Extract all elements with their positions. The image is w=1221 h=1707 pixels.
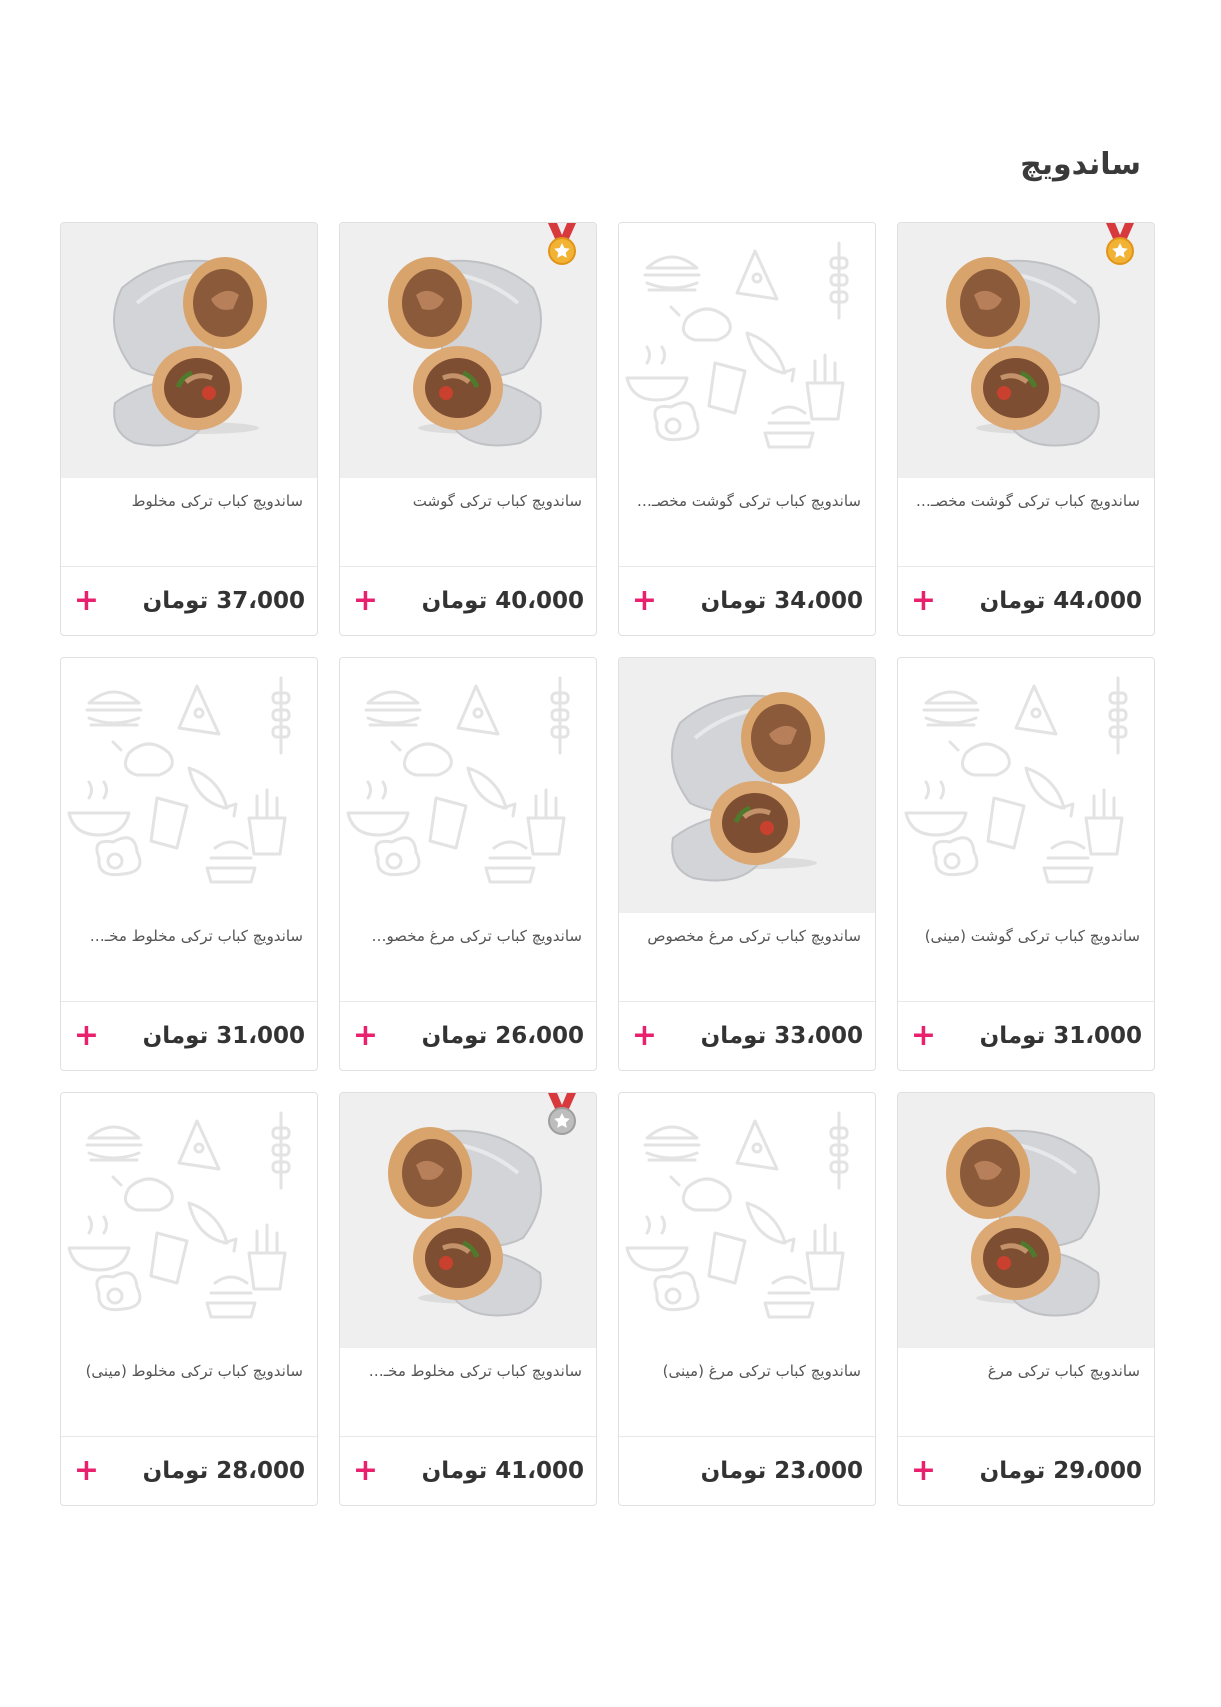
add-to-cart-button[interactable]: + — [632, 586, 657, 616]
product-card[interactable]: ساندویچ کباب ترکی مرغ مخصوص 33،000 تومان + — [618, 657, 876, 1071]
product-name[interactable]: ساندویچ کباب ترکی مخلوط مخـ… — [340, 1348, 596, 1436]
add-to-cart-button[interactable]: + — [632, 1021, 657, 1051]
product-card[interactable]: ساندویچ کباب ترکی گوشت (مینی) 31،000 توما… — [897, 657, 1155, 1071]
product-card[interactable]: ساندویچ کباب ترکی مرغ مخصو… 26،000 تومان + — [339, 657, 597, 1071]
product-name[interactable]: ساندویچ کباب ترکی مرغ مخصو… — [340, 913, 596, 1001]
product-card[interactable]: ساندویچ کباب ترکی مرغ 29،000 تومان + — [897, 1092, 1155, 1506]
product-price: 28،000 تومان — [142, 1458, 305, 1484]
product-footer: 37،000 تومان + — [61, 566, 317, 635]
add-to-cart-button[interactable]: + — [74, 1456, 99, 1486]
product-footer: 31،000 تومان + — [61, 1001, 317, 1070]
product-price: 37،000 تومان — [142, 588, 305, 614]
add-to-cart-button[interactable]: + — [911, 1456, 936, 1486]
product-price: 33،000 تومان — [700, 1023, 863, 1049]
placeholder-image[interactable] — [61, 658, 317, 913]
product-price: 34،000 تومان — [700, 588, 863, 614]
product-price: 31،000 تومان — [979, 1023, 1142, 1049]
product-name[interactable]: ساندویچ کباب ترکی مرغ — [898, 1348, 1154, 1436]
product-footer: 34،000 تومان + — [619, 566, 875, 635]
product-footer: 26،000 تومان + — [340, 1001, 596, 1070]
product-name[interactable]: ساندویچ کباب ترکی مرغ مخصوص — [619, 913, 875, 1001]
product-price: 41،000 تومان — [421, 1458, 584, 1484]
add-to-cart-button[interactable]: + — [353, 586, 378, 616]
silver-medal-icon — [545, 1093, 579, 1137]
product-card[interactable]: ساندویچ کباب ترکی مرغ (مینی) 23،000 تومان — [618, 1092, 876, 1506]
product-footer: 33،000 تومان + — [619, 1001, 875, 1070]
product-card[interactable]: ساندویچ کباب ترکی مخلوط (مینی) 28،000 توم… — [60, 1092, 318, 1506]
gold-medal-icon — [545, 223, 579, 267]
add-to-cart-button[interactable]: + — [74, 586, 99, 616]
product-name[interactable]: ساندویچ کباب ترکی گوشت مخصـ… — [619, 478, 875, 566]
product-footer: 44،000 تومان + — [898, 566, 1154, 635]
product-grid: ساندویچ کباب ترکی گوشت مخصـ… 44،000 تومان… — [59, 222, 1155, 1506]
product-card[interactable]: ساندویچ کباب ترکی مخلوط 37،000 تومان + — [60, 222, 318, 636]
placeholder-image[interactable] — [619, 1093, 875, 1348]
add-to-cart-button[interactable]: + — [353, 1021, 378, 1051]
product-price: 26،000 تومان — [421, 1023, 584, 1049]
product-price: 31،000 تومان — [142, 1023, 305, 1049]
product-name[interactable]: ساندویچ کباب ترکی مخلوط (مینی) — [61, 1348, 317, 1436]
product-name[interactable]: ساندویچ کباب ترکی مخلوط — [61, 478, 317, 566]
add-to-cart-button[interactable]: + — [74, 1021, 99, 1051]
product-footer: 29،000 تومان + — [898, 1436, 1154, 1505]
placeholder-image[interactable] — [619, 223, 875, 478]
product-footer: 31،000 تومان + — [898, 1001, 1154, 1070]
product-card[interactable]: ساندویچ کباب ترکی مخلوط مخـ… 41،000 تومان… — [339, 1092, 597, 1506]
product-name[interactable]: ساندویچ کباب ترکی مرغ (مینی) — [619, 1348, 875, 1436]
product-name[interactable]: ساندویچ کباب ترکی گوشت (مینی) — [898, 913, 1154, 1001]
add-to-cart-button[interactable]: + — [911, 1021, 936, 1051]
product-name[interactable]: ساندویچ کباب ترکی گوشت — [340, 478, 596, 566]
placeholder-image[interactable] — [340, 658, 596, 913]
product-card[interactable]: ساندویچ کباب ترکی گوشت مخصـ… 44،000 تومان… — [897, 222, 1155, 636]
section-title: ساندویچ — [1020, 147, 1141, 182]
product-name[interactable]: ساندویچ کباب ترکی مخلوط مخـ… — [61, 913, 317, 1001]
placeholder-image[interactable] — [898, 658, 1154, 913]
product-price: 40،000 تومان — [421, 588, 584, 614]
product-price: 44،000 تومان — [979, 588, 1142, 614]
product-image[interactable] — [61, 223, 317, 478]
product-card[interactable]: ساندویچ کباب ترکی مخلوط مخـ… 31،000 تومان… — [60, 657, 318, 1071]
product-image[interactable] — [898, 1093, 1154, 1348]
product-footer: 40،000 تومان + — [340, 566, 596, 635]
product-footer: 41،000 تومان + — [340, 1436, 596, 1505]
gold-medal-icon — [1103, 223, 1137, 267]
product-price: 29،000 تومان — [979, 1458, 1142, 1484]
placeholder-image[interactable] — [61, 1093, 317, 1348]
add-to-cart-button[interactable]: + — [353, 1456, 378, 1486]
product-price: 23،000 تومان — [700, 1458, 863, 1484]
product-card[interactable]: ساندویچ کباب ترکی گوشت مخصـ… 34،000 تومان… — [618, 222, 876, 636]
add-to-cart-button[interactable]: + — [911, 586, 936, 616]
product-footer: 28،000 تومان + — [61, 1436, 317, 1505]
product-name[interactable]: ساندویچ کباب ترکی گوشت مخصـ… — [898, 478, 1154, 566]
product-card[interactable]: ساندویچ کباب ترکی گوشت 40،000 تومان + — [339, 222, 597, 636]
product-footer: 23،000 تومان — [619, 1436, 875, 1505]
product-image[interactable] — [619, 658, 875, 913]
